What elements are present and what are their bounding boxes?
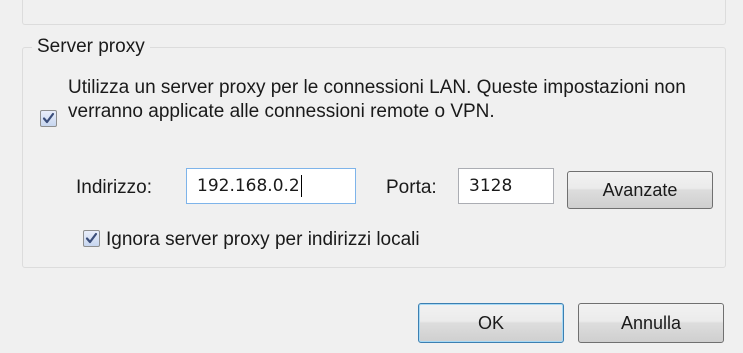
ok-button-label: OK (477, 312, 504, 333)
ok-button[interactable]: OK (418, 303, 564, 343)
text-caret (300, 175, 302, 197)
proxy-group-legend: Server proxy (32, 36, 150, 58)
address-value: 192.168.0.2 (197, 176, 300, 196)
bypass-local-checkbox[interactable] (83, 230, 100, 247)
port-input[interactable]: 3128 (458, 168, 554, 204)
address-input[interactable]: 192.168.0.2 (186, 168, 356, 204)
cancel-button-label: Annulla (620, 312, 682, 333)
port-label: Porta: (386, 177, 437, 198)
previous-group-box (22, 0, 726, 25)
use-proxy-label[interactable]: Utilizza un server proxy per le connessi… (68, 76, 688, 124)
advanced-button[interactable]: Avanzate (567, 171, 713, 209)
address-label: Indirizzo: (76, 177, 153, 198)
cancel-button[interactable]: Annulla (578, 303, 724, 343)
check-icon (42, 112, 55, 124)
check-icon (85, 232, 98, 244)
port-value: 3128 (469, 176, 513, 196)
use-proxy-checkbox[interactable] (40, 110, 57, 127)
advanced-button-label: Avanzate (602, 179, 678, 200)
bypass-local-label[interactable]: Ignora server proxy per indirizzi locali (106, 229, 420, 251)
